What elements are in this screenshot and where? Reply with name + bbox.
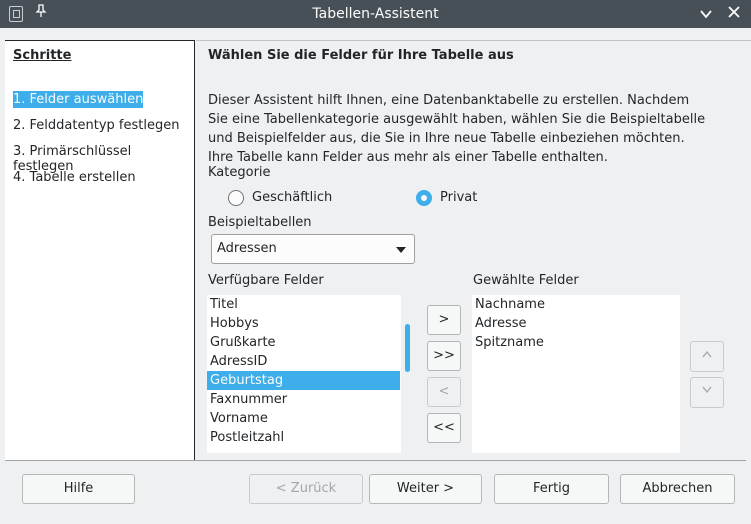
main-panel: Wählen Sie die Felder für Ihre Tabelle a…	[196, 40, 751, 460]
remove-field-button[interactable]: <	[427, 377, 461, 407]
help-button[interactable]: Hilfe	[22, 474, 135, 504]
move-down-button[interactable]	[690, 377, 724, 408]
radio-private-label: Privat	[440, 190, 478, 205]
sample-tables-label: Beispieltabellen	[208, 215, 312, 230]
category-label: Kategorie	[208, 165, 271, 180]
list-item-selected[interactable]: Geburtstag	[207, 371, 400, 390]
chevron-down-icon[interactable]	[699, 7, 713, 25]
page-heading: Wählen Sie die Felder für Ihre Tabelle a…	[208, 48, 514, 63]
dropdown-arrow-icon	[396, 247, 406, 253]
steps-title: Schritte	[13, 48, 72, 63]
back-button[interactable]: < Zurück	[249, 474, 363, 504]
list-item[interactable]: Nachname	[472, 295, 680, 314]
finish-button[interactable]: Fertig	[494, 474, 609, 504]
list-item[interactable]: Vorname	[207, 409, 401, 428]
steps-panel: Schritte 1. Felder auswählen 2. Felddate…	[5, 40, 195, 460]
list-item[interactable]: Faxnummer	[207, 390, 401, 409]
chosen-fields-list[interactable]: Nachname Adresse Spitzname	[472, 295, 680, 453]
chosen-fields-label: Gewählte Felder	[473, 273, 579, 288]
radio-private[interactable]: Privat	[416, 190, 506, 208]
list-item[interactable]: Grußkarte	[207, 333, 401, 352]
step-field-types[interactable]: 2. Felddatentyp festlegen	[13, 117, 179, 134]
radio-business[interactable]: Geschäftlich	[228, 190, 348, 208]
window-title: Tabellen-Assistent	[312, 6, 439, 22]
available-fields-scrollbar[interactable]	[405, 324, 410, 372]
radio-business-label: Geschäftlich	[252, 190, 333, 205]
divider	[5, 460, 746, 461]
step-create-table[interactable]: 4. Tabelle erstellen	[13, 169, 136, 186]
cancel-button[interactable]: Abbrechen	[620, 474, 735, 504]
available-fields-list[interactable]: Titel Hobbys Grußkarte AdressID Geburtst…	[207, 295, 401, 453]
close-icon[interactable]	[727, 5, 741, 22]
chevron-up-icon	[702, 350, 712, 358]
available-fields-label: Verfügbare Felder	[208, 273, 324, 288]
add-field-button[interactable]: >	[427, 305, 461, 335]
add-all-fields-button[interactable]: >>	[427, 341, 461, 371]
list-item[interactable]: Hobbys	[207, 314, 401, 333]
sample-tables-dropdown[interactable]: Adressen	[211, 234, 415, 264]
radio-private-indicator[interactable]	[416, 190, 432, 206]
list-item[interactable]: Adresse	[472, 314, 680, 333]
step-select-fields[interactable]: 1. Felder auswählen	[13, 91, 144, 108]
list-item[interactable]: AdressID	[207, 352, 401, 371]
description-text: Dieser Assistent hilft Ihnen, eine Daten…	[208, 93, 706, 165]
title-bar: Tabellen-Assistent	[0, 0, 751, 28]
sample-tables-value: Adressen	[217, 241, 277, 256]
list-item[interactable]: Spitzname	[472, 333, 680, 352]
radio-business-indicator[interactable]	[228, 190, 244, 206]
list-item[interactable]: Postleitzahl	[207, 428, 401, 447]
list-item[interactable]: Titel	[207, 295, 401, 314]
move-up-button[interactable]	[690, 341, 724, 372]
remove-all-fields-button[interactable]: <<	[427, 413, 461, 443]
chevron-down-icon	[702, 386, 712, 394]
next-button[interactable]: Weiter >	[369, 474, 482, 504]
